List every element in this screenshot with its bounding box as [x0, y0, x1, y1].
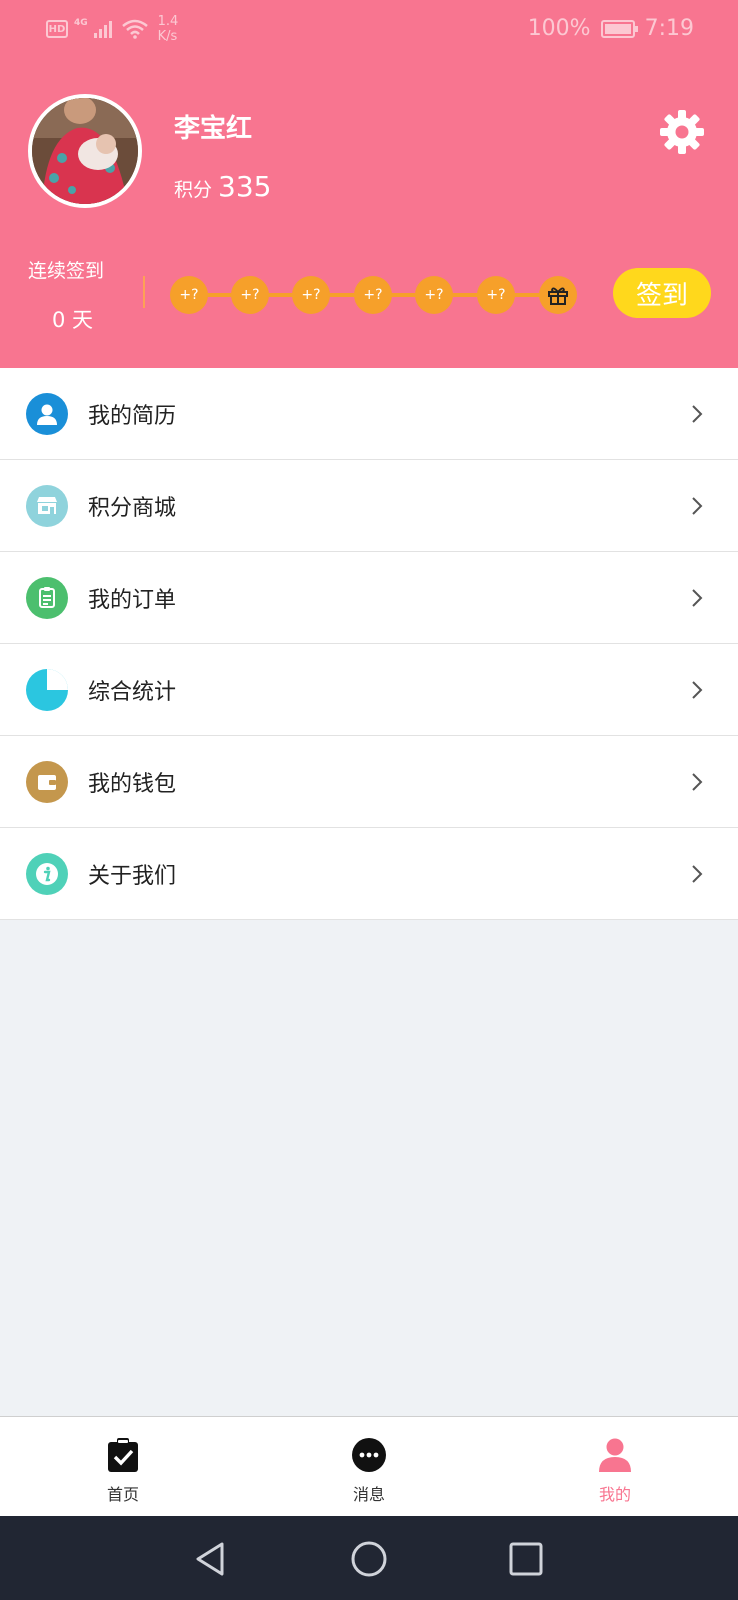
tab-label: 消息	[352, 1485, 385, 1504]
checkin-button[interactable]: 签到	[613, 268, 711, 318]
menu-item-label: 我的钱包	[88, 771, 177, 797]
checkin-step: +?	[477, 276, 515, 314]
shop-icon	[26, 485, 68, 527]
back-icon[interactable]	[192, 1540, 230, 1578]
info-icon	[26, 853, 68, 895]
bottom-tab-bar: 首页 消息 我的	[0, 1416, 738, 1516]
tab-label: 我的	[598, 1485, 631, 1504]
network-speed: 1.4 K/s	[158, 14, 179, 44]
clipboard-check-icon	[105, 1437, 141, 1473]
checkin-step: +?	[170, 276, 208, 314]
avatar-photo	[32, 98, 138, 204]
menu-item-label: 我的简历	[88, 403, 177, 429]
system-nav-bar	[0, 1516, 738, 1600]
status-bar: HD 4G 1.4 K/s 100% 7:19	[0, 0, 738, 62]
status-right: 100% 7:19	[528, 16, 694, 41]
recent-apps-icon[interactable]	[507, 1540, 545, 1578]
profile-header: HD 4G 1.4 K/s 100% 7:19 李宝红 积分 335 连续签到 …	[0, 0, 738, 368]
menu-item-label: 我的订单	[88, 587, 177, 613]
avatar[interactable]	[28, 94, 142, 208]
person-icon	[597, 1437, 633, 1473]
speed-value: 1.4	[157, 14, 179, 29]
signal-icon	[93, 20, 112, 38]
menu-item-resume[interactable]: 我的简历	[0, 368, 738, 460]
status-left: HD 4G 1.4 K/s	[46, 14, 178, 44]
chevron-right-icon	[692, 865, 703, 883]
wifi-icon	[121, 19, 148, 39]
clock: 7:19	[644, 16, 694, 41]
tab-messages[interactable]: 消息	[246, 1417, 492, 1517]
hd-badge: HD	[46, 20, 68, 38]
clipboard-icon	[26, 577, 68, 619]
chevron-right-icon	[692, 773, 703, 791]
menu-item-label: 关于我们	[88, 863, 177, 889]
checkin-step: +?	[231, 276, 269, 314]
home-icon[interactable]	[350, 1540, 388, 1578]
checkin-step: +?	[354, 276, 392, 314]
menu-list: 我的简历 积分商城 我的订单 综合统计 我的钱包 关于我们	[0, 368, 738, 920]
chevron-right-icon	[692, 405, 703, 423]
pie-chart-icon	[26, 669, 68, 711]
points-value: 335	[218, 170, 272, 203]
chevron-right-icon	[692, 497, 703, 515]
menu-item-label: 积分商城	[88, 495, 177, 521]
gear-icon[interactable]	[658, 108, 706, 156]
menu-item-orders[interactable]: 我的订单	[0, 552, 738, 644]
streak-days: 0 天	[52, 308, 94, 332]
checkin-step: +?	[292, 276, 330, 314]
menu-item-wallet[interactable]: 我的钱包	[0, 736, 738, 828]
wallet-icon	[26, 761, 68, 803]
battery-percent: 100%	[527, 16, 591, 41]
menu-item-about[interactable]: 关于我们	[0, 828, 738, 920]
menu-item-label: 综合统计	[88, 679, 177, 705]
streak-label: 连续签到	[28, 260, 105, 282]
message-icon	[351, 1437, 387, 1473]
network-type: 4G	[74, 18, 88, 28]
menu-item-statistics[interactable]: 综合统计	[0, 644, 738, 736]
checkin-step: +?	[415, 276, 453, 314]
tab-label: 首页	[106, 1485, 139, 1504]
streak-divider	[143, 276, 145, 308]
gift-icon	[539, 276, 577, 314]
tab-mine[interactable]: 我的	[492, 1417, 738, 1517]
person-icon	[26, 393, 68, 435]
tab-home[interactable]: 首页	[0, 1417, 246, 1517]
points-label: 积分	[174, 179, 213, 201]
battery-icon	[600, 19, 638, 38]
chevron-right-icon	[692, 589, 703, 607]
chevron-right-icon	[692, 681, 703, 699]
user-name: 李宝红	[174, 114, 253, 144]
speed-unit: K/s	[157, 29, 178, 44]
points-row: 积分 335	[174, 170, 271, 203]
menu-item-points-mall[interactable]: 积分商城	[0, 460, 738, 552]
